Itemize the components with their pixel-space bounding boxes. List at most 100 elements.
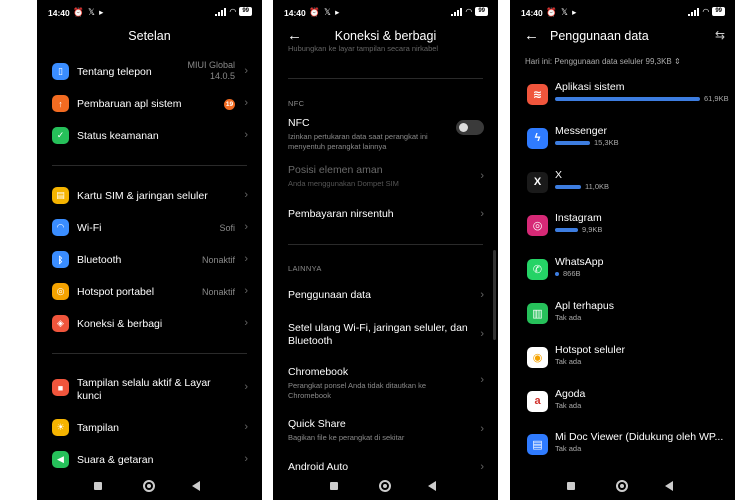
chevron-right-icon: › — [244, 421, 248, 433]
update-count-badge: 19 — [224, 99, 235, 110]
recents-button[interactable] — [94, 482, 102, 490]
recents-button[interactable] — [567, 482, 575, 490]
settings-item-sound[interactable]: ◀ Suara & getaran › — [37, 446, 262, 474]
app-name: Messenger — [555, 124, 607, 137]
app-name: WhatsApp — [555, 256, 604, 269]
status-time: 14:40 — [48, 8, 70, 18]
nfc-setting[interactable]: NFC Izinkan pertukaran data saat perangk… — [288, 117, 484, 152]
bluetooth-icon: ᛒ — [52, 251, 69, 268]
app-usage-item[interactable]: ✆ WhatsApp 866B — [510, 256, 735, 296]
app-name: Hotspot seluler — [555, 343, 626, 356]
chevron-right-icon: › — [244, 381, 248, 393]
settings-item-wifi[interactable]: ◠ Wi-Fi Sofi › — [37, 214, 262, 242]
signal-icon — [215, 7, 227, 16]
app-usage-amount: Tak ada — [555, 444, 582, 454]
section-header-other: LAINNYA — [288, 264, 322, 273]
settings-item-sim[interactable]: ▤ Kartu SIM & jaringan seluler › — [37, 182, 262, 210]
settings-item-always-on-display[interactable]: ■ Tampilan selalu aktif & Layar kunci › — [37, 374, 262, 402]
app-name: Instagram — [555, 212, 602, 225]
app-usage-amount: 15,3KB — [594, 137, 619, 147]
home-button[interactable] — [379, 480, 391, 492]
app-usage-item[interactable]: ◎ Instagram 9,9KB — [510, 212, 735, 252]
settings-item-about-phone[interactable]: ▯ Tentang telepon MIUI Global 14.0.5 › — [37, 58, 262, 86]
settings-item-display[interactable]: ☀ Tampilan › — [37, 414, 262, 442]
navigation-bar — [510, 478, 735, 494]
nfc-toggle[interactable] — [456, 120, 484, 135]
app-usage-item[interactable]: ϟ Messenger 15,3KB — [510, 125, 735, 165]
app-usage-item[interactable]: ≋ Aplikasi sistem 61,9KB — [510, 81, 735, 121]
app-usage-amount: 9,9KB — [582, 225, 603, 235]
wifi-status-icon: ◠ — [702, 7, 710, 16]
back-nav-button[interactable] — [428, 481, 436, 491]
status-bar: 14:40 ⏰ 𝕏 ▸ ◠ 99 — [37, 6, 262, 20]
usage-bar — [555, 97, 700, 101]
sim-icon: ▤ — [52, 187, 69, 204]
settings-item-hotspot[interactable]: ◎ Hotspot portabel Nonaktif › — [37, 278, 262, 306]
back-nav-button[interactable] — [192, 481, 200, 491]
trash-icon: ▥ — [527, 303, 548, 324]
chevron-right-icon: › — [244, 317, 248, 329]
settings-item-system-update[interactable]: ↑ Pembaruan apl sistem 19 › — [37, 90, 262, 118]
layers-icon: ≋ — [527, 84, 548, 105]
chromebook-setting[interactable]: Chromebook Perangkat ponsel Anda tidak d… — [288, 366, 484, 401]
data-usage-setting[interactable]: Penggunaan data › — [288, 289, 484, 302]
divider — [52, 353, 247, 354]
signal-icon — [688, 7, 700, 16]
notification-icons: ⏰ 𝕏 ▸ — [546, 7, 578, 17]
reset-network-setting[interactable]: Setel ulang Wi-Fi, jaringan seluler, dan… — [288, 322, 484, 348]
settings-item-connection-sharing[interactable]: ◈ Koneksi & berbagi › — [37, 310, 262, 338]
hotspot-icon: ◎ — [52, 283, 69, 300]
app-name: Apl terhapus — [555, 300, 614, 312]
today-usage-selector[interactable]: Hari ini: Penggunaan data seluler 99,3KB… — [525, 57, 681, 66]
settings-item-security-status[interactable]: ✓ Status keamanan › — [37, 122, 262, 150]
scrollbar[interactable] — [493, 250, 496, 340]
app-name: Agoda — [555, 387, 586, 400]
chevron-right-icon: › — [244, 189, 248, 201]
notification-icons: ⏰ 𝕏 ▸ — [73, 7, 105, 17]
secure-element-setting: Posisi elemen aman Anda menggunakan Domp… — [288, 164, 484, 188]
status-time: 14:40 — [284, 8, 306, 18]
connection-sharing-screen: 14:40 ⏰ 𝕏 ▸ ◠ 99 ← Koneksi & berbagi Hub… — [273, 0, 498, 500]
arrow-up-icon: ↑ — [52, 95, 69, 112]
navigation-bar — [273, 478, 498, 494]
home-button[interactable] — [143, 480, 155, 492]
instagram-icon: ◎ — [527, 215, 548, 237]
app-usage-item[interactable]: a Agoda Tak ada — [510, 388, 735, 428]
wifi-status-icon: ◠ — [465, 7, 473, 16]
chevron-right-icon: › — [244, 97, 248, 109]
back-nav-button[interactable] — [665, 481, 673, 491]
sun-icon: ☀ — [52, 419, 69, 436]
app-usage-item[interactable]: ▤ Mi Doc Viewer (Didukung oleh WP... Tak a… — [510, 431, 735, 471]
app-usage-amount: Tak ada — [555, 313, 582, 322]
data-usage-screen: 14:40 ⏰ 𝕏 ▸ ◠ 99 ← Penggunaan data ⇆ Har… — [510, 0, 735, 500]
home-button[interactable] — [616, 480, 628, 492]
app-usage-amount: 866B — [563, 269, 581, 279]
app-usage-item[interactable]: ◉ Hotspot seluler Tak ada — [510, 344, 735, 384]
signal-icon — [451, 7, 463, 16]
chevron-right-icon: › — [480, 328, 484, 340]
contactless-payment-setting[interactable]: Pembayaran nirsentuh › — [288, 208, 484, 221]
divider — [288, 244, 483, 245]
dropdown-arrows-icon: ⇕ — [674, 57, 681, 66]
app-usage-amount: Tak ada — [555, 356, 582, 366]
status-bar: 14:40 ⏰ 𝕏 ▸ ◠ 99 — [273, 6, 498, 20]
usage-bar — [555, 140, 590, 145]
notification-icons: ⏰ 𝕏 ▸ — [309, 7, 341, 17]
back-arrow-icon[interactable]: ← — [524, 27, 539, 44]
page-title: Penggunaan data — [550, 29, 649, 43]
android-auto-setting[interactable]: Android Auto › — [288, 461, 484, 474]
usage-bar — [555, 228, 578, 233]
swap-arrows-icon[interactable]: ⇆ — [715, 28, 725, 42]
phone-icon: ▯ — [52, 63, 69, 80]
app-name: X — [555, 168, 563, 181]
chevron-right-icon: › — [244, 253, 248, 265]
app-usage-item[interactable]: X X 11,0KB — [510, 169, 735, 209]
settings-item-bluetooth[interactable]: ᛒ Bluetooth Nonaktif › — [37, 246, 262, 274]
recents-button[interactable] — [330, 482, 338, 490]
quick-share-setting[interactable]: Quick Share Bagikan file ke perangkat di… — [288, 418, 484, 443]
chevron-right-icon: › — [244, 285, 248, 297]
divider — [52, 165, 247, 166]
app-usage-item[interactable]: ▥ Apl terhapus Tak ada — [510, 300, 735, 340]
wifi-icon: ◠ — [52, 219, 69, 236]
navigation-bar — [37, 478, 262, 494]
